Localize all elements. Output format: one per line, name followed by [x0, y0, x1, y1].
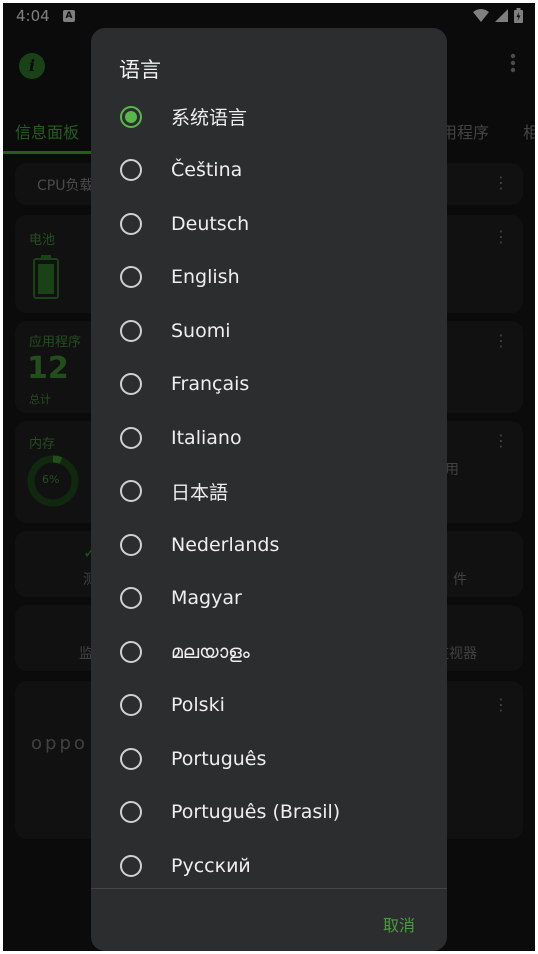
radio-unchecked-icon[interactable]	[120, 212, 142, 235]
language-option-label: Polski	[171, 694, 225, 717]
language-option[interactable]: Русский	[91, 839, 447, 893]
language-option-label: English	[171, 266, 240, 289]
language-option[interactable]: English	[91, 251, 447, 305]
radio-unchecked-icon[interactable]	[120, 801, 142, 824]
language-option[interactable]: മലയാളം	[91, 625, 447, 679]
language-option-label: 系统语言	[171, 107, 248, 130]
language-option-label: Nederlands	[171, 533, 280, 556]
radio-checked-icon[interactable]	[120, 105, 142, 128]
radio-unchecked-icon[interactable]	[120, 480, 142, 503]
language-option-label: Deutsch	[171, 212, 250, 235]
language-option[interactable]: Nederlands	[91, 518, 447, 572]
language-option[interactable]: Čeština	[91, 144, 447, 198]
language-option-label: Français	[171, 373, 250, 396]
radio-unchecked-icon[interactable]	[120, 159, 142, 182]
language-option-label: Русский	[171, 854, 251, 877]
language-option-label: Português	[171, 747, 267, 770]
radio-unchecked-icon[interactable]	[120, 533, 142, 556]
language-option-label: Italiano	[171, 426, 242, 449]
language-option[interactable]: Français	[91, 358, 447, 412]
radio-unchecked-icon[interactable]	[120, 854, 142, 877]
dialog-title: 语言	[119, 58, 161, 82]
radio-unchecked-icon[interactable]	[120, 747, 142, 770]
language-option-label: 日本語	[171, 481, 229, 504]
language-option[interactable]: Suomi	[91, 304, 447, 358]
language-option[interactable]: Deutsch	[91, 197, 447, 251]
language-option[interactable]: Italiano	[91, 411, 447, 465]
language-option[interactable]: Português	[91, 732, 447, 786]
language-option[interactable]: Português (Brasil)	[91, 786, 447, 840]
language-option-label: Magyar	[171, 587, 242, 610]
radio-unchecked-icon[interactable]	[120, 694, 142, 717]
radio-unchecked-icon[interactable]	[120, 640, 142, 663]
language-dialog: 语言 系统语言 Čeština Deutsch English Suomi Françai…	[91, 28, 447, 951]
language-option[interactable]: 日本語	[91, 465, 447, 519]
radio-unchecked-icon[interactable]	[120, 587, 142, 610]
radio-unchecked-icon[interactable]	[120, 319, 142, 342]
language-option-label: മലയാളം	[171, 640, 250, 663]
language-option[interactable]: Magyar	[91, 572, 447, 626]
cancel-button[interactable]: 取消	[383, 912, 415, 936]
screen: 4:04 A i 信息面板 用程序 相 CPU负载 ⋮ 电池 10 充 ⋮ 应用…	[3, 3, 535, 951]
dialog-divider	[91, 888, 447, 889]
language-option-label: Suomi	[171, 319, 231, 342]
radio-unchecked-icon[interactable]	[120, 266, 142, 289]
language-option[interactable]: Polski	[91, 679, 447, 733]
radio-unchecked-icon[interactable]	[120, 373, 142, 396]
language-options: 系统语言 Čeština Deutsch English Suomi Français It…	[91, 90, 447, 893]
radio-unchecked-icon[interactable]	[120, 426, 142, 449]
language-option[interactable]: 系统语言	[91, 90, 447, 144]
language-option-label: Português (Brasil)	[171, 801, 341, 824]
language-option-label: Čeština	[171, 159, 243, 182]
